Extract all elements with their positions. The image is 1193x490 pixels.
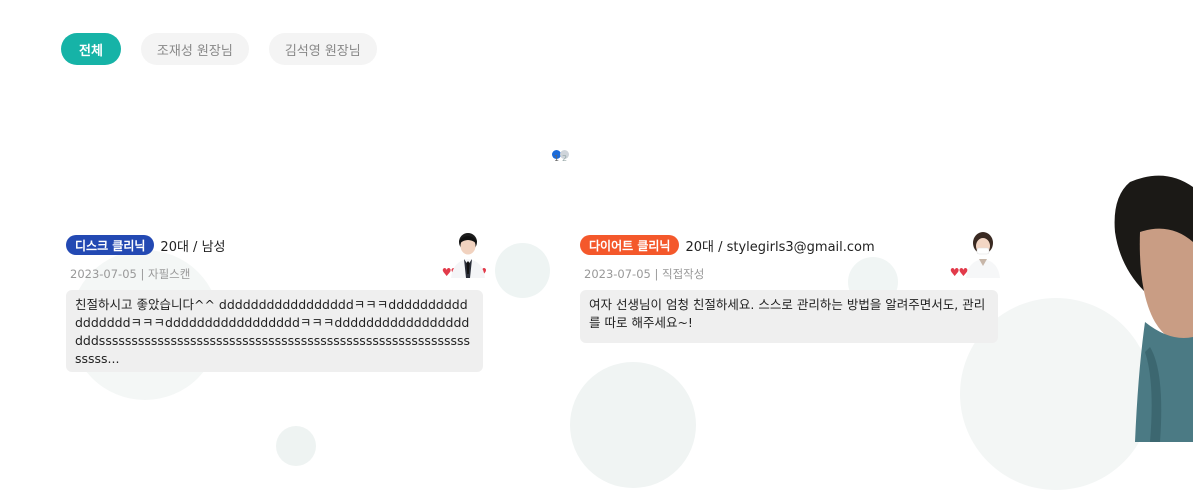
review-text: 여자 선생님이 엄청 친절하세요. 스스로 관리하는 방법을 알려주면서도, 관…: [589, 297, 986, 330]
background-circle: [495, 243, 550, 298]
doctor-female-avatar-icon: [960, 230, 1006, 278]
review-header: 다이어트 클리닉 20대 / stylegirls3@gmail.com: [580, 233, 1000, 257]
review-text-bubble: 여자 선생님이 엄청 친절하세요. 스스로 관리하는 방법을 알려주면서도, 관…: [580, 290, 998, 343]
review-author: 20대 / stylegirls3@gmail.com: [685, 239, 875, 255]
review-header: 디스크 클리닉 20대 / 남성: [66, 233, 486, 257]
person-photo: [1090, 172, 1193, 442]
doctor-male-avatar-icon: [445, 230, 491, 278]
page-number-current: 1: [554, 154, 560, 163]
background-circle: [570, 362, 696, 488]
tab-doctor-kim[interactable]: 김석영 원장님: [268, 33, 377, 65]
review-card[interactable]: 다이어트 클리닉 20대 / stylegirls3@gmail.com 202…: [580, 230, 1000, 343]
review-text: 친절하시고 좋았습니다^^ dddddddddddddddddㅋㅋㅋdddddd…: [75, 297, 471, 366]
review-author: 20대 / 남성: [160, 239, 226, 255]
doctor-filter-tabs: 전체 조재성 원장님 김석영 원장님: [61, 33, 377, 65]
tab-all[interactable]: 전체: [61, 33, 121, 65]
review-text-bubble: 친절하시고 좋았습니다^^ dddddddddddddddddㅋㅋㅋdddddd…: [66, 290, 483, 372]
pagination: 1 2: [552, 150, 572, 164]
tab-doctor-jo[interactable]: 조재성 원장님: [140, 33, 249, 65]
review-date-method: 2023-07-05 | 자필스캔: [70, 267, 191, 281]
clinic-badge: 다이어트 클리닉: [580, 235, 680, 255]
clinic-badge: 디스크 클리닉: [66, 235, 155, 255]
review-date-method: 2023-07-05 | 직접작성: [584, 267, 705, 281]
review-card[interactable]: 디스크 클리닉 20대 / 남성 2023-07-05 | 자필스캔 ♥♥♥♥♥…: [66, 230, 487, 372]
background-circle: [276, 426, 316, 466]
page-number-total: 2: [562, 154, 568, 163]
